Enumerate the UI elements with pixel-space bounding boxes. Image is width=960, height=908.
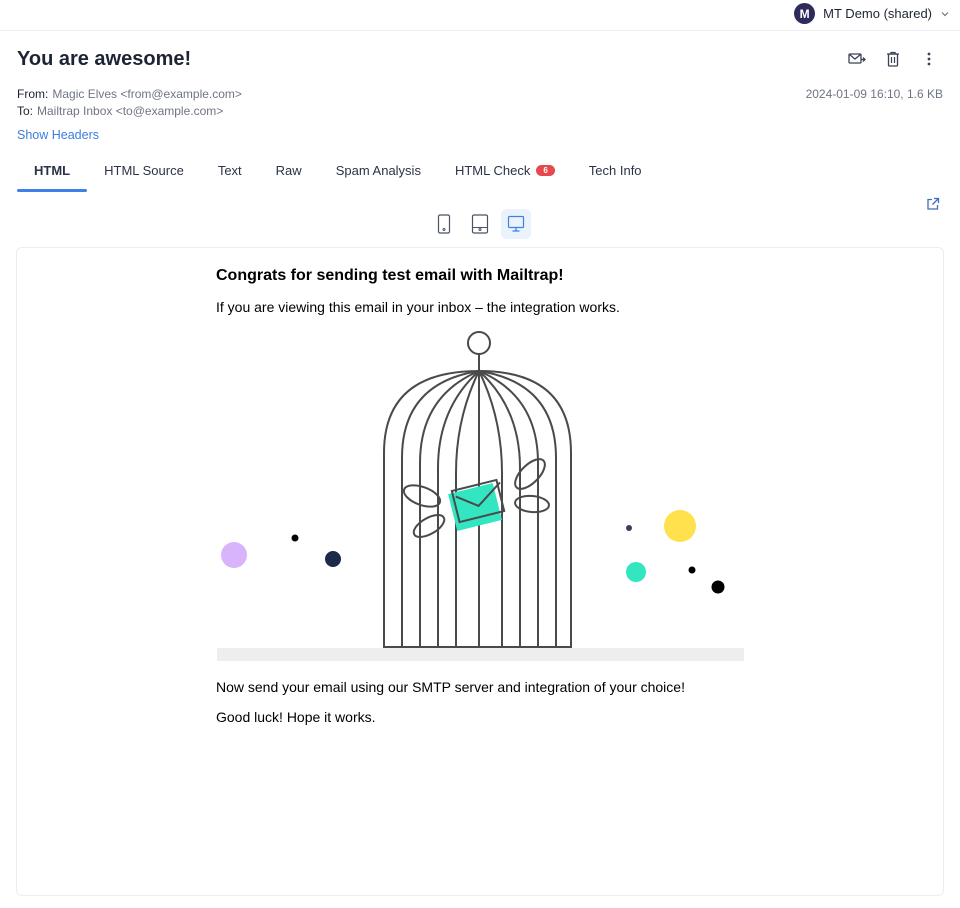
device-preview-toggle bbox=[429, 209, 531, 239]
message-date-size: 2024-01-09 16:10, 1.6 KB bbox=[805, 87, 943, 101]
message-subject: You are awesome! bbox=[17, 48, 192, 70]
message-actions bbox=[848, 50, 938, 68]
trash-icon[interactable] bbox=[884, 50, 902, 68]
more-icon[interactable] bbox=[920, 50, 938, 68]
top-bar: M MT Demo (shared) bbox=[0, 0, 960, 31]
email-cta-text: Now send your email using our SMTP serve… bbox=[216, 679, 685, 695]
tab-html[interactable]: HTML bbox=[17, 155, 88, 192]
email-heading: Congrats for sending test email with Mai… bbox=[216, 267, 564, 284]
tab-label: HTML bbox=[34, 163, 71, 178]
tab-label: HTML Source bbox=[104, 163, 184, 178]
show-headers-link[interactable]: Show Headers bbox=[17, 128, 99, 142]
tab-html-source[interactable]: HTML Source bbox=[87, 155, 201, 192]
account-name: MT Demo (shared) bbox=[823, 6, 932, 21]
desktop-icon bbox=[507, 215, 525, 232]
from-row: From: Magic Elves <from@example.com> bbox=[17, 87, 242, 101]
tab-label: Raw bbox=[275, 163, 302, 178]
tablet-icon bbox=[471, 214, 489, 234]
email-preview-pane: Congrats for sending test email with Mai… bbox=[16, 247, 944, 896]
external-link-icon[interactable] bbox=[926, 197, 940, 211]
forward-icon[interactable] bbox=[848, 50, 866, 68]
to-value: Mailtrap Inbox <to@example.com> bbox=[37, 104, 224, 118]
tab-html-check[interactable]: HTML Check 6 bbox=[438, 155, 572, 192]
tab-spam-analysis[interactable]: Spam Analysis bbox=[319, 155, 438, 192]
to-row: To: Mailtrap Inbox <to@example.com> bbox=[17, 104, 223, 118]
tab-text[interactable]: Text bbox=[201, 155, 259, 192]
tab-label: Tech Info bbox=[588, 163, 642, 178]
html-check-count-badge: 6 bbox=[536, 165, 555, 176]
to-label: To: bbox=[17, 104, 34, 118]
tab-label: Text bbox=[217, 163, 242, 178]
tab-tech-info[interactable]: Tech Info bbox=[572, 155, 659, 192]
account-switcher[interactable]: M MT Demo (shared) bbox=[794, 3, 950, 24]
avatar: M bbox=[794, 3, 816, 24]
email-intro-text: If you are viewing this email in your in… bbox=[216, 299, 620, 315]
desktop-view-button[interactable] bbox=[501, 209, 531, 239]
from-label: From: bbox=[17, 87, 49, 101]
email-closing-text: Good luck! Hope it works. bbox=[216, 709, 376, 725]
birdcage-illustration bbox=[217, 331, 744, 661]
mobile-view-button[interactable] bbox=[429, 209, 459, 239]
tablet-view-button[interactable] bbox=[465, 209, 495, 239]
tab-label: Spam Analysis bbox=[335, 163, 421, 178]
tab-label: HTML Check bbox=[454, 163, 531, 178]
chevron-down-icon bbox=[941, 11, 949, 16]
tab-raw[interactable]: Raw bbox=[259, 155, 319, 192]
mobile-icon bbox=[437, 214, 451, 234]
from-value: Magic Elves <from@example.com> bbox=[52, 87, 242, 101]
view-tabs: HTML HTML Source Text Raw Spam Analysis … bbox=[17, 155, 659, 192]
